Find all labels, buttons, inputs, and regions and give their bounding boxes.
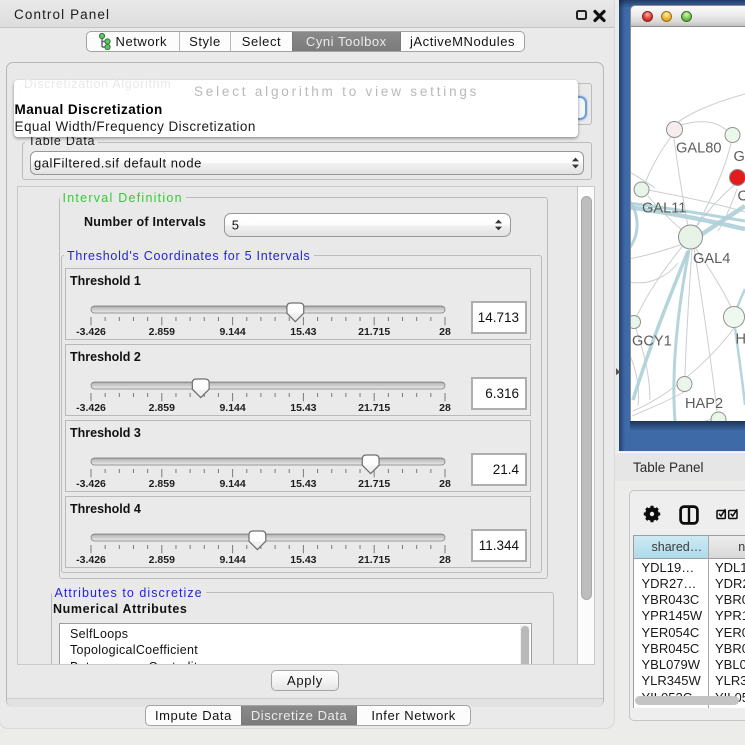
svg-text:H: H (736, 332, 745, 348)
svg-text:15.43: 15.43 (290, 478, 316, 490)
svg-text:21.715: 21.715 (358, 554, 390, 566)
svg-text:-3.426: -3.426 (76, 554, 106, 566)
svg-text:-3.426: -3.426 (76, 478, 106, 490)
svg-text:28: 28 (439, 326, 451, 338)
svg-text:15.43: 15.43 (290, 554, 316, 566)
svg-text:28: 28 (439, 402, 451, 414)
svg-text:2.859: 2.859 (149, 402, 175, 414)
svg-text:15.43: 15.43 (290, 402, 316, 414)
svg-text:21.715: 21.715 (358, 478, 390, 490)
svg-text:9.144: 9.144 (219, 554, 245, 566)
svg-text:15.43: 15.43 (290, 326, 316, 338)
svg-text:9.144: 9.144 (219, 326, 245, 338)
svg-text:21.715: 21.715 (358, 402, 390, 414)
svg-text:GAL80: GAL80 (676, 141, 721, 157)
svg-text:GAL4: GAL4 (693, 251, 730, 267)
svg-text:GAL11: GAL11 (642, 201, 686, 217)
svg-text:21.715: 21.715 (358, 326, 390, 338)
svg-text:2.859: 2.859 (149, 554, 175, 566)
svg-text:28: 28 (439, 478, 451, 490)
svg-text:28: 28 (439, 554, 451, 566)
svg-text:GA: GA (734, 149, 745, 165)
svg-text:9.144: 9.144 (219, 478, 245, 490)
svg-text:-3.426: -3.426 (76, 402, 106, 414)
svg-text:9.144: 9.144 (219, 402, 245, 414)
svg-text:CY: CY (738, 189, 745, 205)
svg-text:2.859: 2.859 (149, 326, 175, 338)
svg-text:GCY1: GCY1 (632, 334, 672, 350)
svg-text:-3.426: -3.426 (76, 326, 106, 338)
svg-text:2.859: 2.859 (149, 478, 175, 490)
svg-text:HAP2: HAP2 (685, 396, 723, 412)
